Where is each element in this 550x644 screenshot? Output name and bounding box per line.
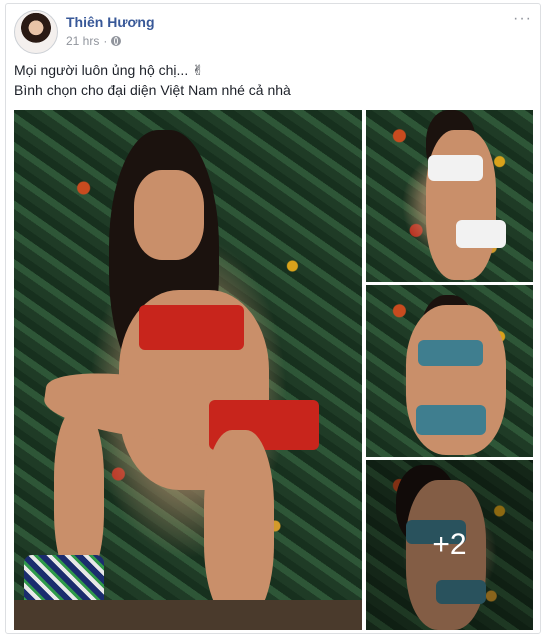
floor [14,600,362,630]
post-header: Thiên Hương 21 hrs · ··· [14,10,532,58]
globe-icon[interactable] [111,36,122,46]
post-text: Mọi người luôn ủng hộ chị... ✌ Bình chọn… [14,60,532,100]
post-text-line: Bình chọn cho đại diện Việt Nam nhé cả n… [14,82,291,98]
swimsuit-bottom [416,405,486,435]
more-photos-overlay[interactable]: +2 [366,460,533,630]
author-avatar[interactable] [14,10,58,54]
post-meta: 21 hrs · [66,34,122,48]
swimsuit-top [418,340,483,366]
swimsuit-top [428,155,483,181]
post-card: Thiên Hương 21 hrs · ··· Mọi người luôn … [5,3,541,634]
author-name-link[interactable]: Thiên Hương [66,14,155,30]
photo-thumb-1[interactable] [366,110,533,282]
photo-grid: +2 [14,110,533,630]
swimsuit-bottom [456,220,506,248]
photo-thumb-2[interactable] [366,285,533,457]
photo-main[interactable] [14,110,362,630]
post-timestamp[interactable]: 21 hrs [66,34,99,48]
photo-thumb-3[interactable]: +2 [366,460,533,630]
swimsuit-top [139,305,244,350]
post-text-line: Mọi người luôn ủng hộ chị... ✌ [14,62,204,78]
post-options-button[interactable]: ··· [513,10,532,28]
